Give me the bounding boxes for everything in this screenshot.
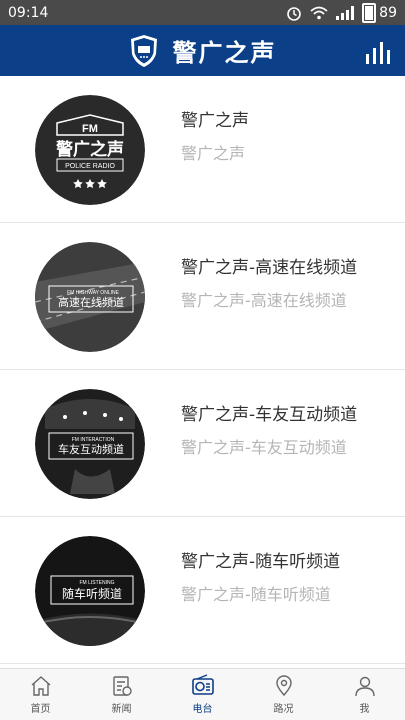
nav-label: 首页: [30, 704, 51, 715]
channel-title: 警广之声-车友互动频道: [181, 405, 358, 425]
nav-label: 电台: [192, 704, 213, 715]
nav-home[interactable]: 首页: [0, 669, 81, 720]
nav-profile[interactable]: 我: [324, 669, 405, 720]
nav-radio[interactable]: 电台: [162, 669, 243, 720]
channel-thumbnail: FM 警广之声 POLICE RADIO: [35, 95, 145, 205]
channel-subtitle: 警广之声-随车听频道: [181, 585, 331, 604]
channel-item[interactable]: FM HIGHWAY ONLINE 高速在线频道 警广之声-高速在线频道 警广之…: [0, 223, 405, 370]
channel-item[interactable]: FM 警广之声 POLICE RADIO 警广之声 警广之声: [0, 76, 405, 223]
alarm-icon: [287, 6, 301, 21]
battery-level: 89: [379, 4, 397, 21]
police-badge-logo: [130, 34, 157, 67]
thumb-title-text: 警广之声: [55, 139, 124, 160]
channel-thumbnail: FM INTERACTION 车友互动频道: [35, 389, 145, 499]
channel-subtitle: 警广之声-车友互动频道: [181, 438, 347, 457]
thumb-caption-small: FM LISTENING: [79, 580, 114, 586]
channel-item[interactable]: FM INTERACTION 车友互动频道 警广之声-车友互动频道 警广之声-车…: [0, 370, 405, 517]
traffic-icon: [275, 675, 292, 697]
channel-title: 警广之声: [181, 111, 249, 131]
channel-subtitle: 警广之声: [181, 144, 246, 163]
channel-thumbnail: FM LISTENING 随车听频道: [35, 536, 145, 646]
news-icon: [112, 676, 132, 696]
signal-icon: [336, 5, 355, 20]
channel-subtitle: 警广之声-高速在线频道: [181, 291, 347, 310]
page-title: 警广之声: [172, 39, 277, 67]
channel-thumbnail: FM HIGHWAY ONLINE 高速在线频道: [35, 242, 145, 352]
nav-label: 路况: [273, 704, 294, 715]
nav-label: 新闻: [111, 704, 132, 715]
equalizer-icon[interactable]: [363, 37, 391, 65]
channel-title: 警广之声-高速在线频道: [181, 258, 358, 278]
home-icon: [31, 676, 50, 696]
battery-indicator: 89: [362, 2, 397, 23]
status-time: 09:14: [8, 4, 49, 21]
nav-label: 我: [359, 704, 370, 715]
bottom-nav: 首页 新闻 电台 路况 我: [0, 668, 405, 720]
thumb-caption: 车友互动频道: [58, 442, 124, 456]
thumb-caption: 高速在线频道: [58, 295, 124, 309]
status-icons: 89: [286, 2, 397, 23]
nav-traffic[interactable]: 路况: [243, 669, 324, 720]
wifi-icon: [310, 6, 328, 19]
thumb-caption: 随车听频道: [62, 586, 122, 601]
status-bar: 09:14 89: [0, 0, 405, 25]
channel-title: 警广之声-随车听频道: [181, 552, 341, 572]
app-header: 警广之声: [0, 25, 405, 76]
radio-icon: [191, 674, 214, 695]
battery-icon: [362, 2, 377, 23]
thumb-subtitle-text: POLICE RADIO: [65, 163, 115, 170]
nav-news[interactable]: 新闻: [81, 669, 162, 720]
profile-icon: [354, 676, 375, 697]
channel-list: FM 警广之声 POLICE RADIO 警广之声 警广之声 FM HIGHWA…: [0, 76, 405, 668]
channel-item[interactable]: FM LISTENING 随车听频道 警广之声-随车听频道 警广之声-随车听频道: [0, 517, 405, 664]
thumb-fm-text: FM: [82, 123, 98, 135]
